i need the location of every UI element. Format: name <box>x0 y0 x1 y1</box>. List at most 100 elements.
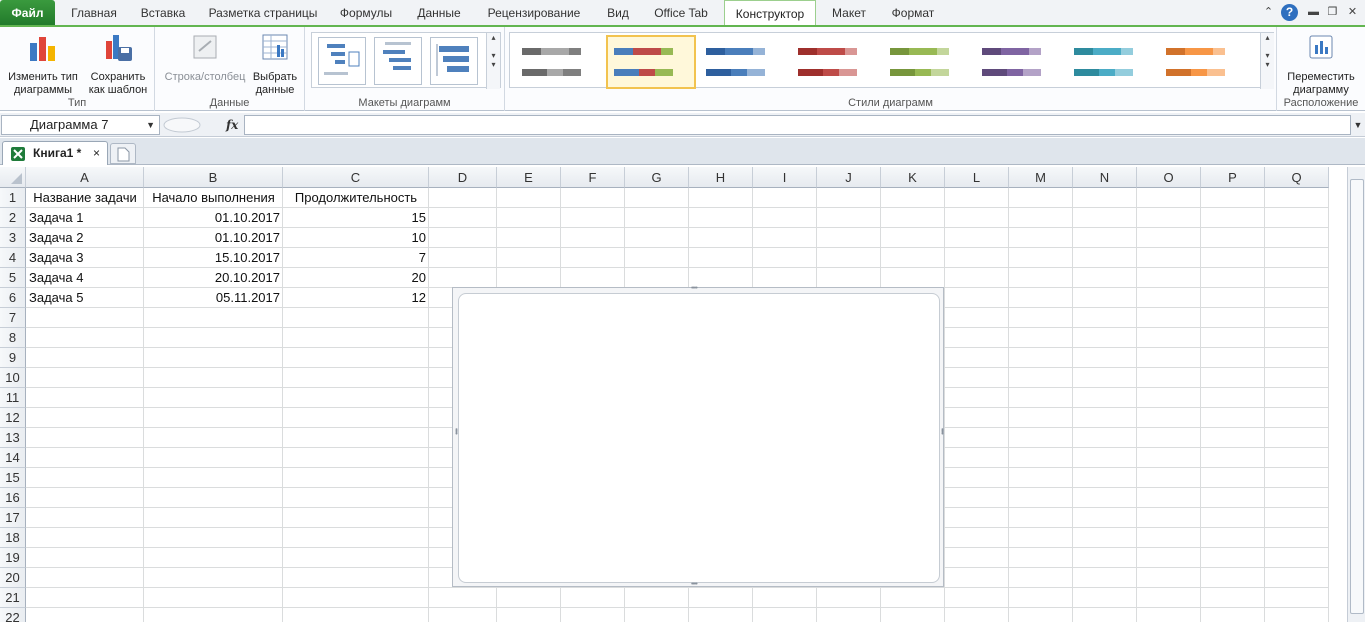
row-header-18[interactable]: 18 <box>0 528 26 548</box>
column-header-L[interactable]: L <box>945 167 1009 188</box>
chart-object[interactable]: •••• •••• •••• •••• <box>452 285 945 588</box>
name-box[interactable]: Диаграмма 7 ▼ <box>1 115 160 135</box>
close-icon[interactable]: ✕ <box>1345 5 1360 20</box>
column-header-J[interactable]: J <box>817 167 881 188</box>
minimize-icon[interactable]: ▬ <box>1306 5 1321 20</box>
column-header-H[interactable]: H <box>689 167 753 188</box>
tab-review[interactable]: Рецензирование <box>478 0 590 26</box>
task-name-cell[interactable]: Задача 2 <box>26 228 144 248</box>
chart-style-4[interactable] <box>792 37 878 87</box>
column-header-P[interactable]: P <box>1201 167 1265 188</box>
start-date-cell[interactable]: 01.10.2017 <box>144 228 283 248</box>
tab-insert[interactable]: Вставка <box>133 0 193 26</box>
column-header-I[interactable]: I <box>753 167 817 188</box>
chart-layout-2[interactable] <box>374 37 422 85</box>
row-header-15[interactable]: 15 <box>0 468 26 488</box>
duration-cell[interactable]: 15 <box>283 208 429 228</box>
expand-formula-icon[interactable]: ▼ <box>1352 115 1364 135</box>
tab-page-layout[interactable]: Разметка страницы <box>200 0 326 26</box>
workbook-tab[interactable]: Книга1 * × <box>2 141 108 165</box>
tab-data[interactable]: Данные <box>408 0 470 26</box>
resize-handle-top[interactable]: •••• <box>691 285 698 292</box>
select-data-button[interactable]: Выбрать данные <box>249 31 301 97</box>
insert-function-icon[interactable]: fx <box>226 115 242 135</box>
row-header-8[interactable]: 8 <box>0 328 26 348</box>
column-header-F[interactable]: F <box>561 167 625 188</box>
row-header-20[interactable]: 20 <box>0 568 26 588</box>
table-header-cell[interactable]: Начало выполнения <box>144 188 283 208</box>
row-header-10[interactable]: 10 <box>0 368 26 388</box>
row-header-12[interactable]: 12 <box>0 408 26 428</box>
tab-office-tab[interactable]: Office Tab <box>646 0 716 26</box>
start-date-cell[interactable]: 01.10.2017 <box>144 208 283 228</box>
task-name-cell[interactable]: Задача 1 <box>26 208 144 228</box>
column-header-D[interactable]: D <box>429 167 497 188</box>
select-all-corner[interactable] <box>0 167 26 188</box>
table-header-cell[interactable]: Название задачи <box>26 188 144 208</box>
duration-cell[interactable]: 20 <box>283 268 429 288</box>
tab-view[interactable]: Вид <box>598 0 638 26</box>
tab-home[interactable]: Главная <box>60 0 128 26</box>
styles-gallery-scroll[interactable]: ▴ ▾ ▾ <box>1260 33 1274 89</box>
chart-style-7[interactable] <box>1068 37 1154 87</box>
row-header-1[interactable]: 1 <box>0 188 26 208</box>
row-header-2[interactable]: 2 <box>0 208 26 228</box>
row-header-19[interactable]: 19 <box>0 548 26 568</box>
tab-design[interactable]: Конструктор <box>724 0 816 27</box>
tab-format[interactable]: Формат <box>880 0 946 26</box>
task-name-cell[interactable]: Задача 4 <box>26 268 144 288</box>
formula-input[interactable] <box>244 115 1351 135</box>
column-header-N[interactable]: N <box>1073 167 1137 188</box>
row-header-13[interactable]: 13 <box>0 428 26 448</box>
help-icon[interactable]: ? <box>1281 4 1298 21</box>
tab-formulas[interactable]: Формулы <box>332 0 400 26</box>
duration-cell[interactable]: 10 <box>283 228 429 248</box>
tab-layout[interactable]: Макет <box>822 0 876 26</box>
duration-cell[interactable]: 7 <box>283 248 429 268</box>
row-header-3[interactable]: 3 <box>0 228 26 248</box>
column-header-M[interactable]: M <box>1009 167 1073 188</box>
switch-row-column-button[interactable]: Строка/столбец <box>159 31 251 84</box>
row-header-4[interactable]: 4 <box>0 248 26 268</box>
restore-icon[interactable]: ❐ <box>1325 5 1340 20</box>
chart-style-8[interactable] <box>1160 37 1246 87</box>
close-tab-icon[interactable]: × <box>93 142 100 164</box>
chart-area[interactable] <box>458 293 940 583</box>
row-header-11[interactable]: 11 <box>0 388 26 408</box>
task-name-cell[interactable]: Задача 3 <box>26 248 144 268</box>
duration-cell[interactable]: 12 <box>283 288 429 308</box>
chevron-down-icon[interactable]: ▼ <box>146 116 155 134</box>
column-header-B[interactable]: B <box>144 167 283 188</box>
row-header-7[interactable]: 7 <box>0 308 26 328</box>
chart-style-6[interactable] <box>976 37 1062 87</box>
start-date-cell[interactable]: 20.10.2017 <box>144 268 283 288</box>
chart-style-1[interactable] <box>516 37 602 87</box>
chart-style-5[interactable] <box>884 37 970 87</box>
row-header-22[interactable]: 22 <box>0 608 26 622</box>
formula-splitter-icon[interactable] <box>162 117 202 133</box>
chart-style-2[interactable] <box>606 35 696 89</box>
task-name-cell[interactable]: Задача 5 <box>26 288 144 308</box>
chart-style-3[interactable] <box>700 37 786 87</box>
vertical-scrollbar[interactable] <box>1347 167 1365 622</box>
save-as-template-button[interactable]: Сохранить как шаблон <box>82 31 154 97</box>
column-header-A[interactable]: A <box>26 167 144 188</box>
column-header-K[interactable]: K <box>881 167 945 188</box>
chart-layout-1[interactable] <box>318 37 366 85</box>
scrollbar-thumb[interactable] <box>1350 179 1364 614</box>
column-header-E[interactable]: E <box>497 167 561 188</box>
resize-handle-right[interactable]: •••• <box>938 428 945 434</box>
resize-handle-left[interactable]: •••• <box>452 428 459 434</box>
start-date-cell[interactable]: 15.10.2017 <box>144 248 283 268</box>
new-tab-button[interactable] <box>110 143 136 164</box>
move-chart-button[interactable]: Переместить диаграмму <box>1281 31 1361 97</box>
column-header-C[interactable]: C <box>283 167 429 188</box>
column-header-Q[interactable]: Q <box>1265 167 1329 188</box>
row-header-17[interactable]: 17 <box>0 508 26 528</box>
column-header-O[interactable]: O <box>1137 167 1201 188</box>
row-header-16[interactable]: 16 <box>0 488 26 508</box>
layouts-gallery-scroll[interactable]: ▴ ▾ ▾ <box>486 33 500 89</box>
row-header-9[interactable]: 9 <box>0 348 26 368</box>
collapse-ribbon-icon[interactable]: ⌃ <box>1261 5 1276 20</box>
start-date-cell[interactable]: 05.11.2017 <box>144 288 283 308</box>
